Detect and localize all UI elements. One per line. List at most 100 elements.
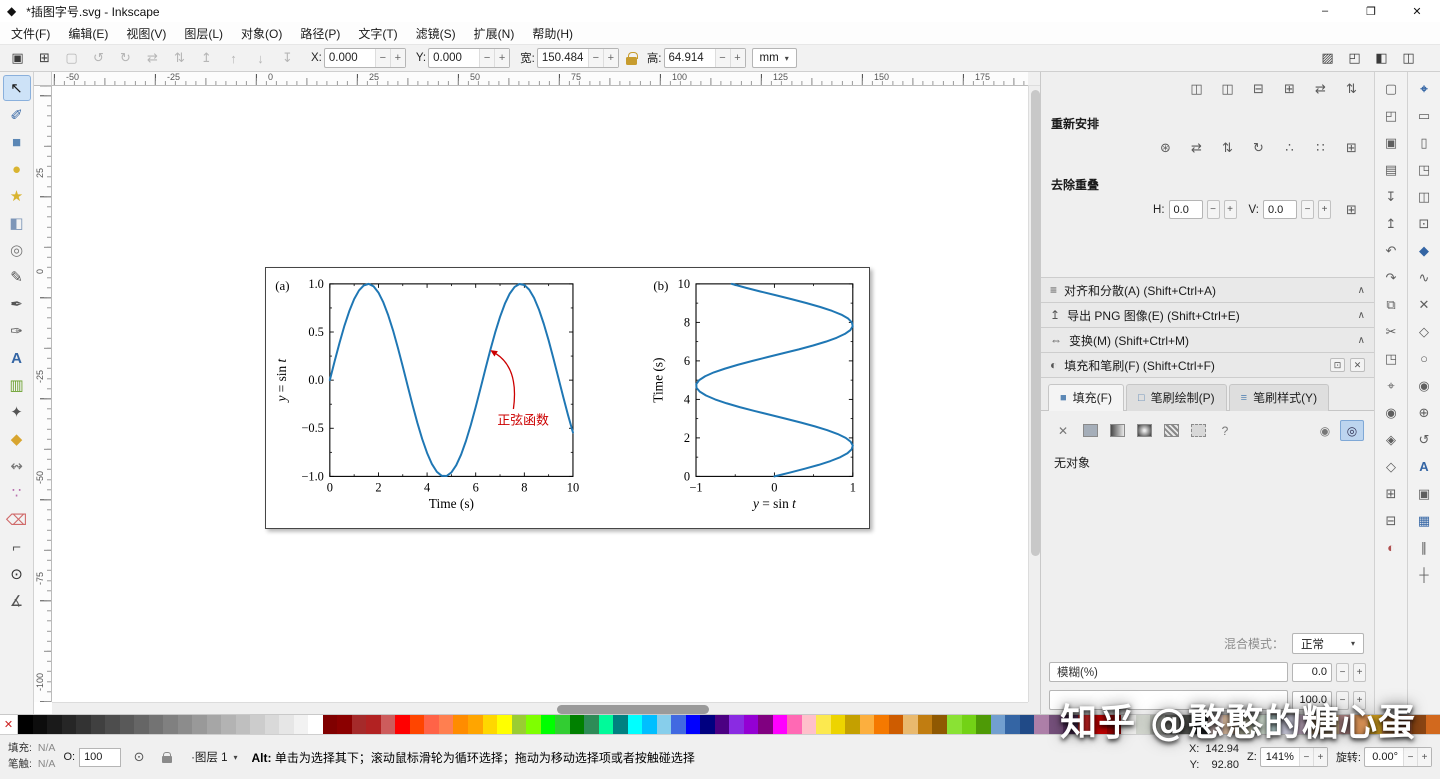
menu-item-layer[interactable]: 图层(L) xyxy=(175,23,232,44)
palette-swatch-36[interactable] xyxy=(541,715,556,734)
blur-slider[interactable]: 模糊(%) xyxy=(1049,662,1288,682)
palette-swatch-45[interactable] xyxy=(671,715,686,734)
horizontal-scrollbar[interactable] xyxy=(52,702,1028,714)
palette-swatch-57[interactable] xyxy=(845,715,860,734)
palette-swatch-32[interactable] xyxy=(483,715,498,734)
snap-page-border-icon[interactable]: ▣ xyxy=(1412,482,1437,505)
y-increment-button[interactable]: + xyxy=(494,49,509,67)
panel-header-align-distribute[interactable]: ≡ 对齐和分散(A) (Shift+Ctrl+A) ∧ xyxy=(1041,277,1374,302)
palette-swatch-10[interactable] xyxy=(163,715,178,734)
h-gap-increment[interactable]: + xyxy=(1224,200,1237,219)
width-increment-button[interactable]: + xyxy=(603,49,618,67)
palette-swatch-63[interactable] xyxy=(932,715,947,734)
calligraphy-tool[interactable]: ✑ xyxy=(3,318,31,344)
create-clone-icon[interactable]: ◇ xyxy=(1379,455,1404,478)
snap-bbox-corners-icon[interactable]: ◳ xyxy=(1412,158,1437,181)
remove-overlaps-button[interactable]: ⊞ xyxy=(1339,199,1364,220)
palette-swatch-21[interactable] xyxy=(323,715,338,734)
save-document-icon[interactable]: ▣ xyxy=(1379,131,1404,154)
v-gap-increment[interactable]: + xyxy=(1318,200,1331,219)
open-fill-stroke-icon[interactable]: ◐ xyxy=(1379,536,1404,559)
palette-swatch-43[interactable] xyxy=(642,715,657,734)
snap-guide-intersections-icon[interactable]: ┼ xyxy=(1412,563,1437,586)
unknown-paint-button[interactable]: ? xyxy=(1213,420,1237,441)
affect-rounded-corners-icon[interactable]: ◰ xyxy=(1342,47,1367,70)
palette-swatch-26[interactable] xyxy=(395,715,410,734)
menu-item-edit[interactable]: 编辑(E) xyxy=(59,23,117,44)
menu-item-filters[interactable]: 滤镜(S) xyxy=(407,23,465,44)
height-field[interactable]: −+ xyxy=(664,48,746,68)
x-increment-button[interactable]: + xyxy=(390,49,405,67)
cut-icon[interactable]: ✂ xyxy=(1379,320,1404,343)
palette-swatch-38[interactable] xyxy=(570,715,585,734)
rearrange-remove-overlaps-button[interactable]: ⊞ xyxy=(1339,137,1364,158)
randomize-positions-button[interactable]: ∴ xyxy=(1277,137,1302,158)
palette-swatch-13[interactable] xyxy=(207,715,222,734)
layer-visibility-icon[interactable]: ⊙ xyxy=(129,747,149,767)
unit-dropdown[interactable]: mm▾ xyxy=(752,48,797,68)
palette-swatch-69[interactable] xyxy=(1020,715,1035,734)
palette-swatch-16[interactable] xyxy=(250,715,265,734)
palette-swatch-8[interactable] xyxy=(134,715,149,734)
affect-strokes-icon[interactable]: ◫ xyxy=(1396,47,1421,70)
collapse-chevron-icon[interactable]: ∧ xyxy=(1358,310,1365,321)
rotation-decrement[interactable]: − xyxy=(1403,748,1417,766)
palette-swatch-3[interactable] xyxy=(62,715,77,734)
minimize-button[interactable]: – xyxy=(1302,0,1348,22)
palette-swatch-0[interactable] xyxy=(18,715,33,734)
object-opacity-field[interactable]: 100 xyxy=(79,748,121,767)
palette-swatch-49[interactable] xyxy=(729,715,744,734)
palette-swatch-44[interactable] xyxy=(657,715,672,734)
palette-swatch-2[interactable] xyxy=(47,715,62,734)
rectangle-tool[interactable]: ■ xyxy=(3,129,31,155)
palette-swatch-46[interactable] xyxy=(686,715,701,734)
rotate-90-cw-icon[interactable]: ↻ xyxy=(113,47,138,70)
spray-tool[interactable]: ∵ xyxy=(3,480,31,506)
pattern-button[interactable] xyxy=(1159,420,1183,441)
measure-tool[interactable]: ∡ xyxy=(3,588,31,614)
select-all-layers-icon[interactable]: ⊞ xyxy=(32,47,57,70)
box-3d-tool[interactable]: ◧ xyxy=(3,210,31,236)
collapse-chevron-icon[interactable]: ∧ xyxy=(1358,335,1365,346)
palette-swatch-7[interactable] xyxy=(120,715,135,734)
palette-swatch-5[interactable] xyxy=(91,715,106,734)
snap-guides-icon[interactable]: ∥ xyxy=(1412,536,1437,559)
distribute-top-edges-button[interactable]: ⊞ xyxy=(1277,78,1302,99)
open-document-icon[interactable]: ◰ xyxy=(1379,104,1404,127)
flip-vertical-icon[interactable]: ⇅ xyxy=(167,47,192,70)
menu-item-text[interactable]: 文字(T) xyxy=(349,23,406,44)
palette-swatch-97[interactable] xyxy=(1426,715,1440,734)
palette-swatch-41[interactable] xyxy=(613,715,628,734)
snap-path-intersections-icon[interactable]: ✕ xyxy=(1412,293,1437,316)
palette-swatch-6[interactable] xyxy=(105,715,120,734)
palette-swatch-42[interactable] xyxy=(628,715,643,734)
distribute-bottom-edges-button[interactable]: ⇅ xyxy=(1339,78,1364,99)
h-gap-field[interactable]: 0.0 xyxy=(1169,200,1203,219)
vertical-scrollbar[interactable] xyxy=(1028,86,1040,702)
palette-swatch-68[interactable] xyxy=(1005,715,1020,734)
text-tool[interactable]: A xyxy=(3,345,31,371)
snap-bbox-edge-midpoints-icon[interactable]: ◫ xyxy=(1412,185,1437,208)
palette-swatch-48[interactable] xyxy=(715,715,730,734)
palette-swatch-39[interactable] xyxy=(584,715,599,734)
zoom-tool[interactable]: ⊙ xyxy=(3,561,31,587)
blur-decrement[interactable]: − xyxy=(1336,663,1349,682)
zoom-to-drawing-icon[interactable]: ⌖ xyxy=(1379,374,1404,397)
palette-swatch-28[interactable] xyxy=(424,715,439,734)
zoom-to-selection-icon[interactable]: ◉ xyxy=(1379,401,1404,424)
snap-bbox-edges-icon[interactable]: ▯ xyxy=(1412,131,1437,154)
lower-to-bottom-icon[interactable]: ↧ xyxy=(275,47,300,70)
x-input[interactable] xyxy=(325,49,375,67)
palette-swatch-60[interactable] xyxy=(889,715,904,734)
zoom-field[interactable]: 141% − + xyxy=(1260,747,1328,767)
ellipse-tool[interactable]: ● xyxy=(3,156,31,182)
no-paint-button[interactable]: ✕ xyxy=(1051,420,1075,441)
palette-swatch-17[interactable] xyxy=(265,715,280,734)
connector-tool[interactable]: ⌐ xyxy=(3,534,31,560)
snap-bounding-boxes-icon[interactable]: ▭ xyxy=(1412,104,1437,127)
lock-ratio-toggle[interactable] xyxy=(622,48,642,68)
height-increment-button[interactable]: + xyxy=(730,49,745,67)
palette-swatch-29[interactable] xyxy=(439,715,454,734)
palette-swatch-31[interactable] xyxy=(468,715,483,734)
palette-swatch-50[interactable] xyxy=(744,715,759,734)
